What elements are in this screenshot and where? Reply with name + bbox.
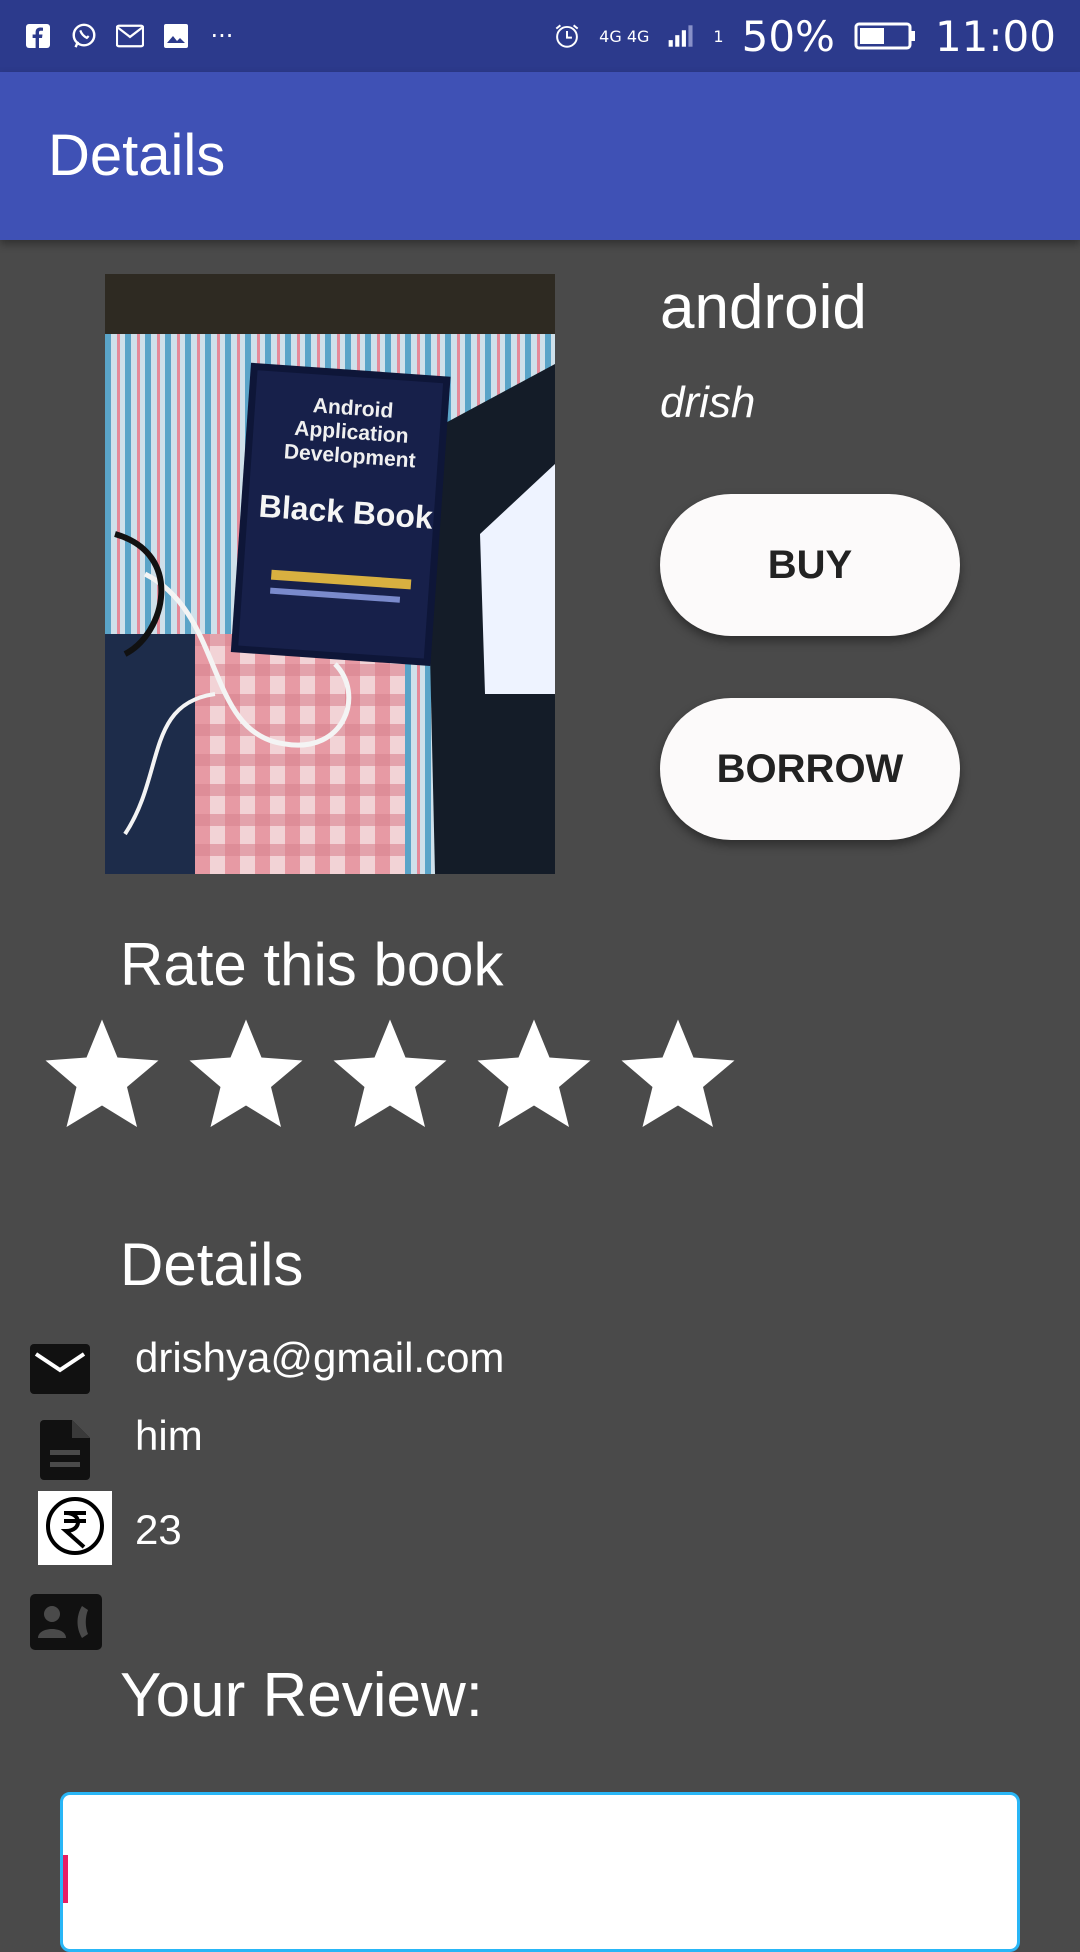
star-icon[interactable] [474,1012,594,1132]
star-icon[interactable] [330,1012,450,1132]
email-row: drishya@gmail.com [0,1330,1080,1410]
buy-button[interactable]: BUY [660,494,960,636]
whatsapp-icon [70,22,98,50]
system-icons: 4G 4G 1 50% 11:00 [553,12,1056,61]
signal-icon [667,22,695,50]
image-icon [162,22,190,50]
details-heading: Details [120,1231,304,1298]
price-text: 23 [135,1506,182,1553]
rupee-icon [38,1491,112,1565]
facebook-icon [24,22,52,50]
gmail-icon [116,22,144,50]
rate-label: Rate this book [120,931,504,998]
clock: 11:00 [934,11,1056,61]
more-notifications-icon: ··· [210,22,234,50]
status-bar: ··· 4G 4G 1 50% 11:00 [0,0,1080,72]
description-text: him [135,1412,203,1459]
book-author: drish [660,378,756,427]
contact-phone-icon [30,1594,102,1650]
email-icon [30,1344,90,1394]
rating-bar[interactable] [42,1012,762,1132]
review-input[interactable] [60,1792,1020,1952]
star-icon[interactable] [618,1012,738,1132]
star-icon[interactable] [42,1012,162,1132]
description-row: him [0,1410,1080,1490]
book-title: android [660,273,867,342]
battery-icon [853,22,917,50]
email-text: drishya@gmail.com [135,1334,505,1381]
document-icon [40,1420,90,1480]
book-cover-image: Android Application Development Black Bo… [105,274,555,874]
app-bar: Details [0,72,1080,240]
notification-icons: ··· [24,22,236,50]
star-icon[interactable] [186,1012,306,1132]
network-type-label: 4G 4G [599,26,650,46]
review-heading: Your Review: [120,1661,484,1730]
battery-percent: 50% [741,11,835,61]
price-row: 23 [0,1490,1080,1570]
alarm-icon [553,22,581,50]
borrow-button[interactable]: BORROW [660,698,960,840]
sim-slot-label: 1 [713,26,724,46]
text-cursor [63,1855,68,1903]
page-title: Details [48,123,226,188]
